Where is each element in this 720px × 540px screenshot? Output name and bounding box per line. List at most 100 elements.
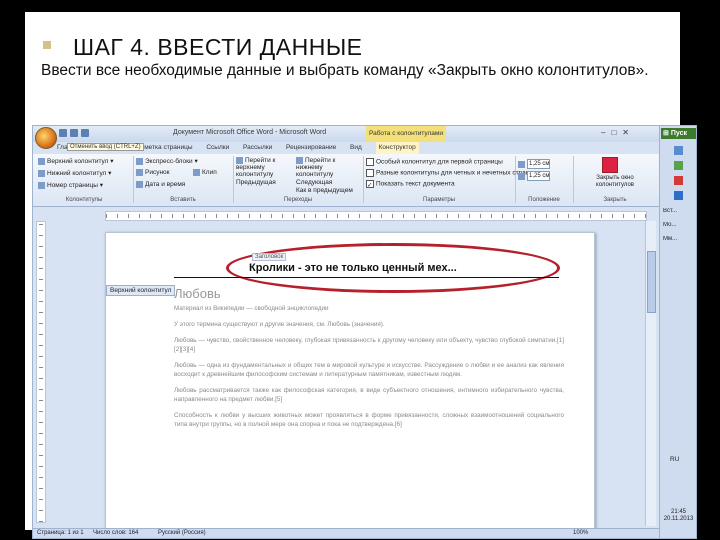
taskbar-item[interactable]: Мо... [663, 222, 693, 233]
status-words[interactable]: Число слов: 164 [93, 530, 138, 536]
option-show-text[interactable]: ✓ Показать текст документа [366, 180, 455, 189]
header-position-field[interactable]: 1,25 см [518, 159, 550, 169]
status-language[interactable]: Русский (Россия) [158, 530, 206, 536]
body-paragraph: Любовь — чувство, свойственное человеку,… [174, 337, 564, 353]
group-position: 1,25 см 1,25 см Положение [515, 156, 574, 203]
group-close: Закрыть окно колонтитулов Закрыть [573, 156, 657, 203]
document-heading: Любовь [174, 286, 221, 301]
footer-button[interactable]: Нижний колонтитул ▾ [38, 169, 111, 177]
ribbon-tabs: Главная Вставка Разметка страницы Ссылки… [57, 142, 659, 154]
group-close-label: Закрыть [603, 197, 627, 203]
header-pos-icon [518, 160, 525, 168]
slide-title-row: ШАГ 4. ВВЕСТИ ДАННЫЕ [25, 28, 680, 60]
page-number-icon [38, 181, 45, 189]
taskbar-item[interactable]: Мм... [663, 236, 693, 247]
vertical-scrollbar[interactable] [645, 221, 656, 526]
picture-button[interactable]: Рисунок [136, 169, 170, 176]
option-odd-even[interactable]: Разные колонтитулы для четных и нечетных… [366, 169, 537, 177]
go-to-footer-button[interactable]: Перейти к нижнему колонтитулу [296, 157, 358, 178]
footer-pos-icon [518, 172, 525, 180]
checkbox-checked-icon: ✓ [366, 180, 374, 189]
header-divider [174, 277, 559, 278]
go-header-icon [236, 157, 243, 164]
group-insert: Экспресс-блоки ▾ Рисунок Дата и время Кл… [133, 156, 234, 203]
clock: 21:45 20.11.2013 [663, 509, 694, 522]
date-time-button[interactable]: Дата и время [136, 181, 185, 188]
status-bar: Страница: 1 из 1 Число слов: 164 Русский… [33, 528, 659, 538]
taskbar-item[interactable]: Вст... [663, 208, 693, 219]
start-button[interactable]: ⊞ Пуск [661, 128, 696, 139]
link-previous-button[interactable]: Как в предыдущем [296, 187, 353, 194]
prev-button[interactable]: Предыдущая [236, 179, 276, 186]
status-zoom[interactable]: 100% [573, 530, 588, 536]
body-paragraph: Любовь рассматривается также как философ… [174, 387, 564, 403]
go-footer-icon [296, 157, 303, 164]
scroll-thumb[interactable] [647, 251, 656, 313]
express-icon [136, 157, 143, 165]
app-icon[interactable] [674, 191, 683, 200]
header-label: Верхний колонтитул [106, 285, 176, 296]
office-button-icon[interactable] [35, 127, 57, 149]
undo-icon[interactable] [70, 129, 78, 137]
quick-access-toolbar [59, 129, 119, 139]
group-parameters: Особый колонтитул для первой страницы Ра… [363, 156, 537, 203]
status-page[interactable]: Страница: 1 из 1 [37, 530, 84, 536]
close-icon [602, 157, 618, 173]
undo-tooltip: Отменить ввод (CTRL+Z) [67, 143, 144, 151]
go-to-header-button[interactable]: Перейти к верхнему колонтитулу [236, 157, 291, 178]
tab-design[interactable]: Конструктор [375, 142, 419, 154]
picture-icon [136, 169, 143, 176]
calendar-icon [136, 181, 143, 188]
footer-position-field[interactable]: 1,25 см [518, 171, 550, 181]
footer-icon [38, 169, 45, 177]
tab-references[interactable]: Ссылки [206, 142, 229, 154]
redo-icon[interactable] [81, 129, 89, 137]
tab-mailings[interactable]: Рассылки [243, 142, 272, 154]
app-icon[interactable] [674, 146, 683, 155]
app-icon[interactable] [674, 176, 683, 185]
body-paragraph: Материал из Википедии — свободной энцикл… [174, 305, 329, 312]
group-parameters-label: Параметры [423, 197, 455, 203]
checkbox-icon [366, 158, 374, 166]
document-page[interactable]: Заголовок Кролики - это не только ценный… [105, 232, 595, 534]
word-titlebar: Документ Microsoft Office Word - Microso… [33, 126, 659, 142]
word-screenshot: Документ Microsoft Office Word - Microso… [32, 125, 697, 539]
window-controls[interactable]: –□✕ [601, 128, 635, 137]
group-navigation-label: Переходы [283, 197, 313, 203]
group-navigation: Перейти к верхнему колонтитулу Перейти к… [233, 156, 364, 203]
clip-button[interactable]: Клип [193, 169, 217, 176]
tab-view[interactable]: Вид [350, 142, 362, 154]
page-number-button[interactable]: Номер страницы ▾ [38, 181, 103, 189]
taskbar: ⊞ Пуск Вст... Мо... Мм... RU 21:45 20.11… [659, 126, 696, 538]
option-first-page[interactable]: Особый колонтитул для первой страницы [366, 158, 503, 166]
body-paragraph: Любовь — одна из фундаментальных и общих… [174, 362, 564, 378]
close-header-footer-button[interactable]: Закрыть окно колонтитулов [591, 157, 639, 189]
app-icon[interactable] [674, 161, 683, 170]
header-tag: Заголовок [252, 253, 287, 261]
group-position-label: Положение [528, 197, 560, 203]
context-tab-header-tools: Работа с колонтитулами [366, 126, 446, 142]
horizontal-ruler[interactable] [105, 211, 647, 221]
bullet-icon [43, 41, 51, 49]
header-button[interactable]: Верхний колонтитул ▾ [38, 157, 114, 165]
header-text[interactable]: Кролики - это не только ценный мех... [249, 262, 457, 274]
window-title: Документ Microsoft Office Word - Microso… [173, 129, 327, 136]
vertical-ruler[interactable] [36, 221, 46, 523]
tab-review[interactable]: Рецензирование [286, 142, 336, 154]
slide-description: Ввести все необходимые данные и выбрать … [41, 62, 649, 79]
checkbox-icon [366, 169, 374, 177]
slide-title: ШАГ 4. ВВЕСТИ ДАННЫЕ [73, 34, 363, 60]
next-button[interactable]: Следующая [296, 179, 332, 186]
ribbon: Верхний колонтитул ▾ Нижний колонтитул ▾… [33, 154, 659, 207]
group-insert-label: Вставить [170, 197, 196, 203]
clip-icon [193, 169, 200, 176]
group-headers: Верхний колонтитул ▾ Нижний колонтитул ▾… [35, 156, 134, 203]
save-icon[interactable] [59, 129, 67, 137]
body-paragraph: У этого термина существуют и другие знач… [174, 321, 385, 328]
document-body: Любовь Материал из Википедии — свободной… [174, 286, 564, 436]
group-headers-label: Колонтитулы [65, 197, 103, 203]
body-paragraph: Способность к любви у высших животных мо… [174, 412, 564, 428]
express-blocks-button[interactable]: Экспресс-блоки ▾ [136, 157, 198, 165]
header-icon [38, 157, 45, 165]
language-indicator[interactable]: RU [670, 456, 679, 463]
